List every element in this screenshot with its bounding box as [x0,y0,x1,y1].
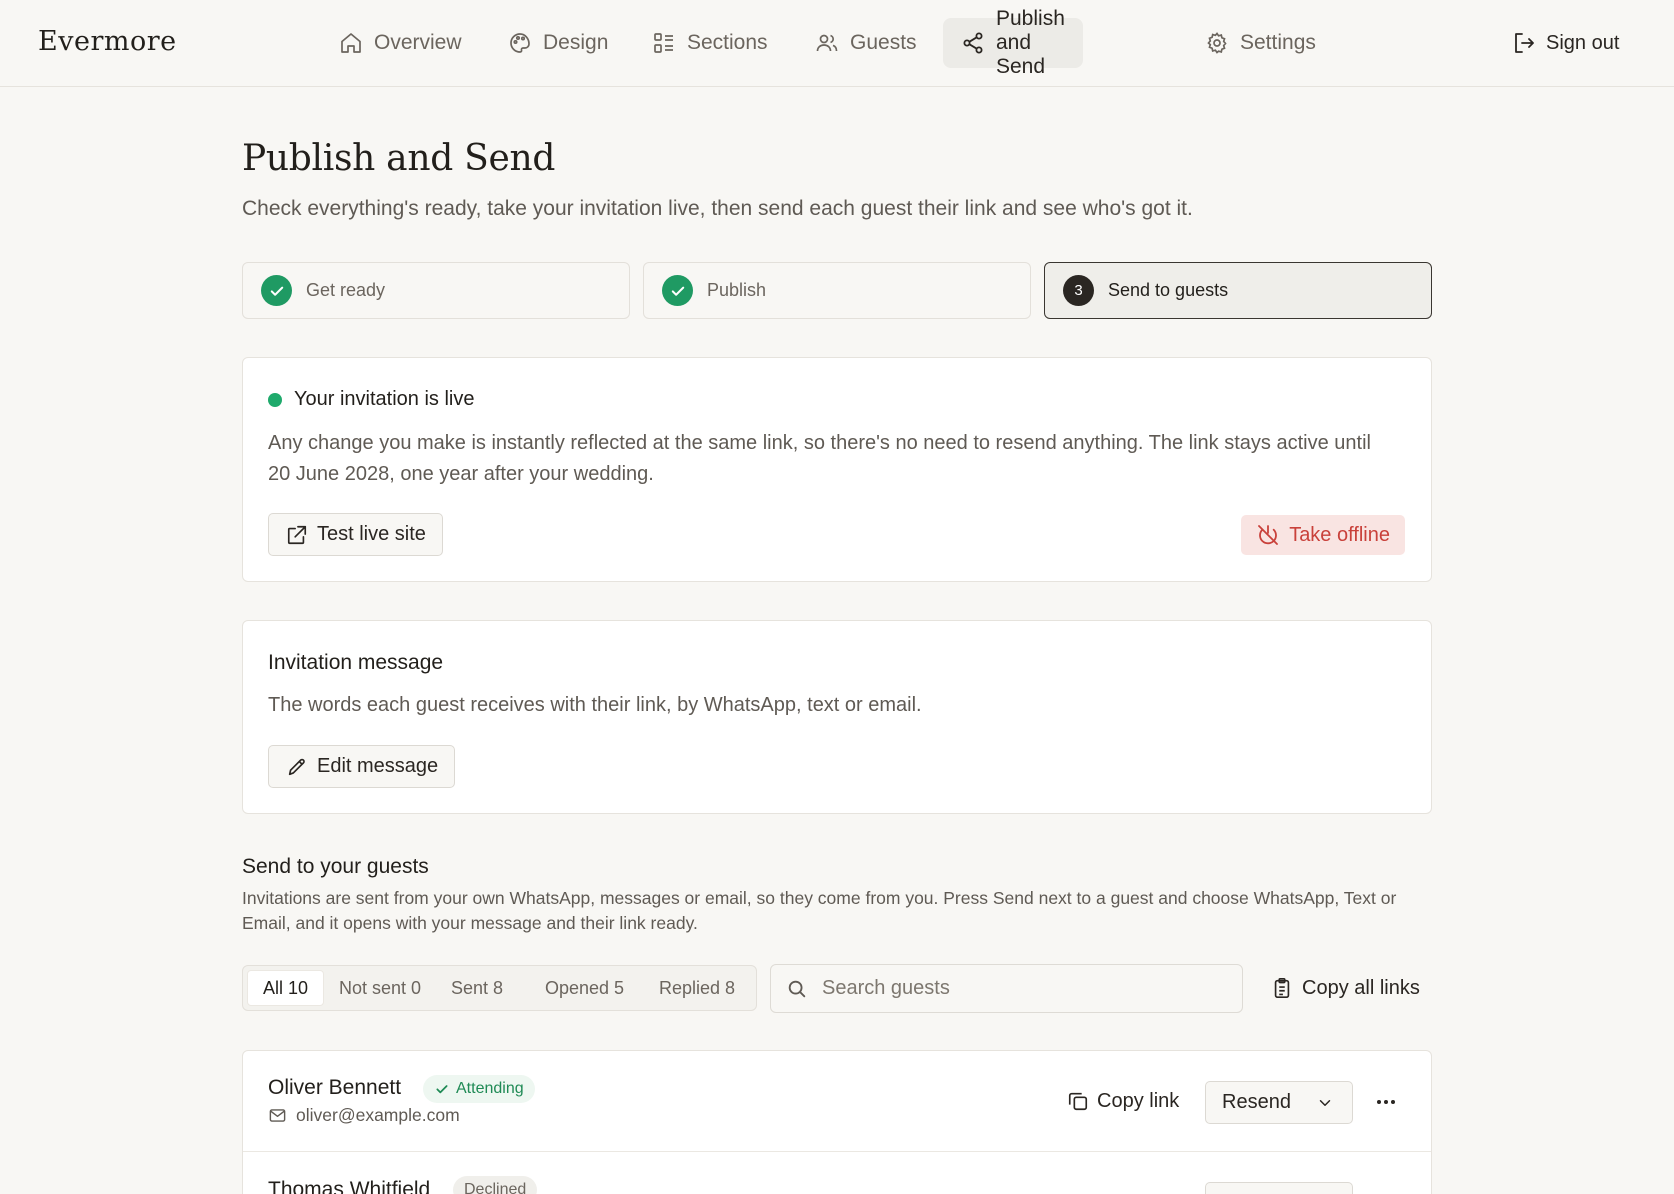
sign-out-icon [1512,31,1536,55]
edit-message-label: Edit message [317,755,439,777]
resend-label: Resend [1222,1091,1291,1113]
invitation-message-card: Invitation message The words each guest … [242,620,1432,814]
palette-icon [508,31,532,55]
external-link-icon [286,524,308,546]
guest-email: oliver@example.com [268,1105,460,1126]
filter-tab-opened[interactable]: Opened 5 [530,970,639,1006]
sections-icon [652,31,676,55]
live-status: Your invitation is live [268,388,474,411]
more-horizontal-icon [1374,1090,1398,1114]
live-status-dot [268,392,282,407]
copy-link-button[interactable]: Copy link [1067,1086,1179,1116]
nav-item-design[interactable]: Design [490,18,626,68]
status-badge-label: Attending [456,1080,524,1097]
page-title: Publish and Send [242,138,556,179]
check-icon [434,1081,450,1097]
resend-dropdown[interactable] [1205,1182,1353,1194]
copy-all-links-label: Copy all links [1302,976,1420,999]
chevron-down-icon [1316,1094,1334,1112]
more-options-button[interactable] [1371,1087,1401,1117]
page-subtitle: Check everything's ready, take your invi… [242,197,1193,220]
brand-logo[interactable]: Evermore [38,26,177,57]
nav-item-sections[interactable]: Sections [634,18,786,68]
live-status-description: Any change you make is instantly reflect… [268,432,1371,485]
pencil-icon [286,756,308,778]
take-offline-button[interactable]: Take offline [1241,515,1405,555]
home-icon [339,31,363,55]
nav-item-label: Overview [374,31,462,54]
status-badge-attending: Attending [423,1075,535,1103]
filter-tab-sent[interactable]: Sent 8 [436,970,518,1006]
nav-item-label: Sections [687,31,768,54]
live-status-title: Your invitation is live [294,388,475,410]
copy-icon [1067,1090,1089,1112]
search-input[interactable] [822,977,1222,1000]
resend-dropdown[interactable]: Resend [1205,1081,1353,1124]
sign-out-label: Sign out [1546,31,1620,54]
guest-row: Thomas Whitfield Declined [243,1151,1431,1194]
filter-tab-all[interactable]: All 10 [247,970,325,1006]
gear-icon [1205,31,1229,55]
send-section-title: Send to your guests [242,855,429,878]
invitation-message-description: The words each guest receives with their… [268,694,922,716]
test-live-site-button[interactable]: Test live site [268,513,443,556]
power-off-icon [1256,523,1280,547]
nav-item-settings[interactable]: Settings [1187,18,1334,68]
guest-search [770,964,1243,1013]
users-icon [815,31,839,55]
nav-item-label: Settings [1240,31,1316,54]
search-icon [786,978,808,1000]
guest-row: Oliver Bennett Attending oliver@example.… [243,1051,1431,1151]
edit-message-button[interactable]: Edit message [268,745,456,788]
mail-icon [268,1106,287,1125]
step-send-to-guests[interactable]: 3 Send to guests [1044,262,1432,319]
sign-out-button[interactable]: Sign out [1512,28,1619,58]
step-label: Get ready [306,280,386,300]
status-badge-label: Declined [464,1181,527,1194]
guest-filter-tabs: All 10 Not sent 0 Sent 8 Opened 5 Replie… [242,965,757,1011]
filter-tab-not-sent[interactable]: Not sent 0 [324,970,436,1006]
step-get-ready[interactable]: Get ready [242,262,630,319]
guest-list: Oliver Bennett Attending oliver@example.… [242,1050,1432,1194]
clipboard-icon [1271,977,1293,999]
guest-name: Thomas Whitfield [268,1178,431,1194]
nav-item-guests[interactable]: Guests [797,18,935,68]
nav-item-label: Design [543,31,609,54]
status-badge-declined: Declined [453,1176,538,1194]
take-offline-label: Take offline [1289,523,1390,546]
invitation-live-card: Your invitation is live Any change you m… [242,357,1432,582]
share-icon [961,31,985,55]
nav-item-overview[interactable]: Overview [321,18,480,68]
test-live-site-label: Test live site [317,523,426,545]
guest-email-text: oliver@example.com [296,1105,460,1125]
invitation-message-title: Invitation message [268,651,444,674]
nav-item-label: Publish and Send [996,7,1065,78]
step-publish[interactable]: Publish [643,262,1031,319]
check-circle-icon [662,275,693,306]
nav-item-publish-and-send[interactable]: Publish and Send [943,7,1083,78]
filter-tab-replied[interactable]: Replied 8 [644,970,750,1006]
step-label: Publish [707,280,767,300]
copy-all-links-button[interactable]: Copy all links [1271,973,1420,1003]
check-circle-icon [261,275,292,306]
step-number-badge: 3 [1063,275,1094,306]
guest-name: Oliver Bennett [268,1076,402,1099]
copy-link-label: Copy link [1097,1089,1180,1112]
step-label: Send to guests [1108,280,1229,300]
top-navigation: Evermore Overview Design Sections Guests [0,0,1674,87]
send-section-description: Invitations are sent from your own Whats… [242,888,1397,933]
nav-item-label: Guests [850,31,917,54]
